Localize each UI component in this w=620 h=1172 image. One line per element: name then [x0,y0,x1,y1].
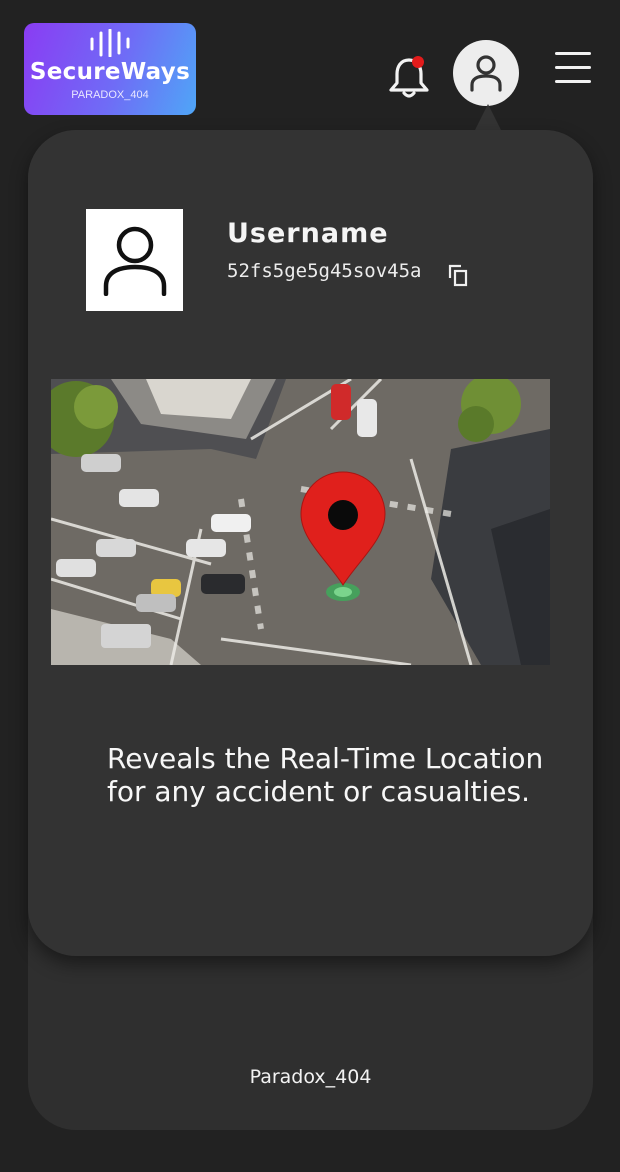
footer-text: Paradox_404 [249,1066,372,1088]
hamburger-icon[interactable] [555,52,591,86]
bell-icon[interactable] [386,54,432,100]
logo-subtitle: PARADOX_404 [71,89,149,101]
username: Username [227,218,389,249]
notification-badge [412,56,424,68]
profile-card: Username 52fs5ge5g45sov45a Reveals the R… [28,130,593,956]
copy-icon[interactable] [447,263,469,287]
user-id: 52fs5ge5g45sov45a [227,260,422,282]
feature-description: Reveals the Real-Time Location for any a… [107,742,544,808]
profile-avatar [86,209,183,311]
dropdown-caret [474,104,502,132]
soundwave-icon [90,29,130,57]
logo-title: SecureWays [29,59,191,85]
profile-button[interactable] [453,40,519,106]
user-icon [103,226,166,296]
app-logo[interactable]: SecureWays PARADOX_404 [24,23,196,115]
map-image [51,379,550,665]
user-icon [470,55,502,92]
